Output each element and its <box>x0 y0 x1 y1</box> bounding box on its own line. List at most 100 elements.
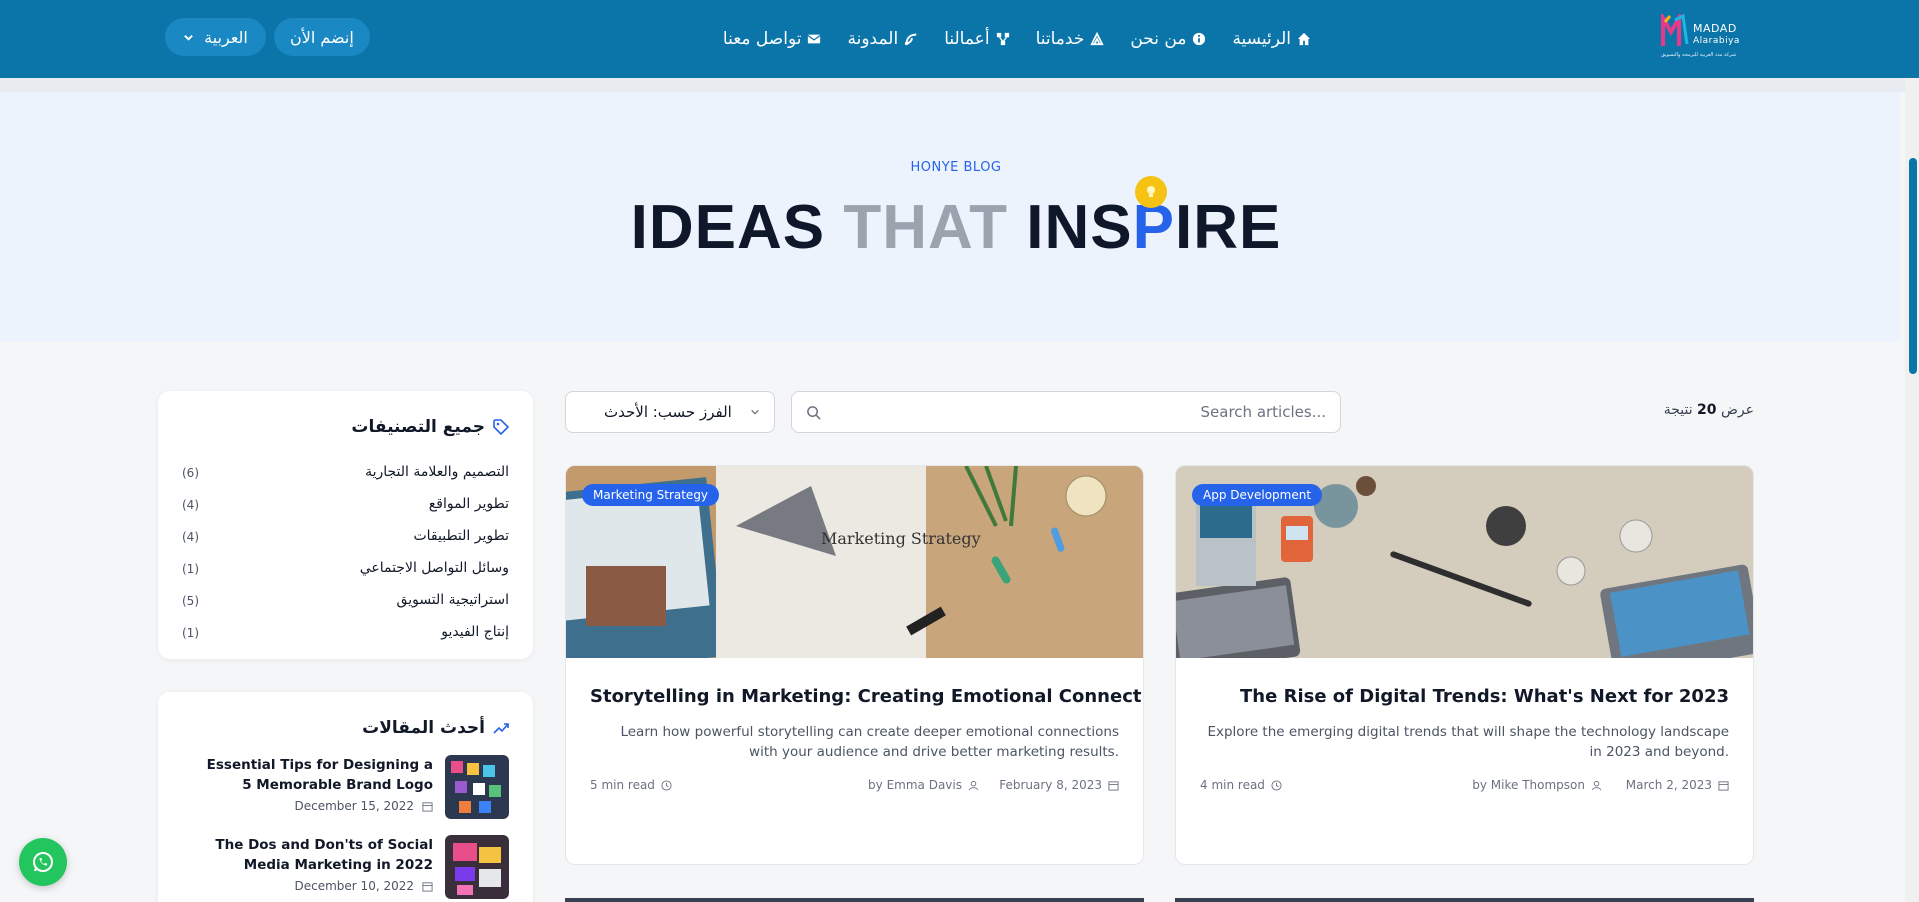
recent-post-thumbnail[interactable] <box>445 835 509 899</box>
join-now-button[interactable]: إنضم الأن <box>274 18 370 56</box>
category-count: (1) <box>182 626 199 640</box>
article-read-time-text: 5 min read <box>590 778 655 792</box>
category-count: (4) <box>182 498 199 512</box>
calendar-icon <box>1718 780 1729 791</box>
recent-post-thumbnail[interactable] <box>445 755 509 819</box>
recent-posts-heading: أحدث المقالات <box>362 718 509 738</box>
category-count: (1) <box>182 562 199 576</box>
article-image[interactable]: Marketing Strategy Marketing Strategy <box>566 466 1143 658</box>
article-author-text: by Mike Thompson <box>1472 778 1585 792</box>
trending-up-icon <box>493 723 509 734</box>
portfolio-icon <box>996 32 1009 46</box>
logo-tagline: شركة مدد العربية للبرمجة والتسويق <box>1661 52 1737 58</box>
header-divider <box>0 78 1919 92</box>
site-logo[interactable]: MADAD Alarabiya شركة مدد العربية للبرمجة… <box>1661 14 1743 64</box>
whatsapp-icon <box>33 852 53 872</box>
calendar-icon <box>1108 780 1119 791</box>
article-read-time: 5 min read <box>590 778 672 792</box>
envelope-icon <box>807 34 821 44</box>
hero-word-1: IDEAS <box>630 193 826 262</box>
user-icon <box>968 780 979 790</box>
result-suffix: نتيجة <box>1663 402 1693 418</box>
category-count: (5) <box>182 594 199 608</box>
calendar-icon <box>422 881 433 892</box>
result-number: 20 <box>1697 402 1717 418</box>
category-name[interactable]: إنتاج الفيديو <box>441 624 509 640</box>
sort-select[interactable]: الفرز حسب: الأحدث <box>565 391 775 433</box>
hero-word-2: THAT <box>843 193 1009 262</box>
next-article-card-peek <box>565 898 1144 902</box>
category-item[interactable]: تطوير التطبيقات (4) <box>182 528 509 552</box>
clock-icon <box>1271 779 1282 791</box>
category-item[interactable]: التصميم والعلامة التجارية (6) <box>182 464 509 488</box>
article-author-text: by Emma Davis <box>868 778 962 792</box>
lightbulb-icon <box>1135 176 1167 208</box>
nav-home[interactable]: الرئيسية <box>1232 29 1311 49</box>
article-description: Explore the emerging digital trends that… <box>1207 724 1729 760</box>
article-card[interactable]: App Development The Rise of Digital Tren… <box>1175 465 1754 865</box>
hero-word-3c: IRE <box>1175 193 1282 262</box>
category-item[interactable]: وسائل التواصل الاجتماعي (1) <box>182 560 509 584</box>
image-handwriting: Marketing Strategy <box>821 529 981 548</box>
category-item[interactable]: استراتيجية التسويق (5) <box>182 592 509 616</box>
categories-widget: جميع التصنيفات التصميم والعلامة التجارية… <box>158 391 533 659</box>
article-title[interactable]: The Rise of Digital Trends: What's Next … <box>1200 686 1729 707</box>
nav-about-label: من نحن <box>1130 29 1187 49</box>
scrollbar-thumb[interactable] <box>1909 158 1917 374</box>
category-name[interactable]: التصميم والعلامة التجارية <box>365 464 509 480</box>
search-input[interactable] <box>833 403 1326 421</box>
recent-post-item[interactable]: The Dos and Don'ts of Social Media Marke… <box>182 835 509 901</box>
search-icon <box>807 405 821 420</box>
info-icon <box>1193 32 1206 46</box>
article-date-text: February 8, 2023 <box>999 778 1102 792</box>
article-author: by Emma Davis <box>868 778 979 792</box>
nav-services[interactable]: خدماتنا <box>1036 29 1105 49</box>
article-title[interactable]: Storytelling in Marketing: Creating Emot… <box>590 686 1143 707</box>
chevron-down-icon <box>751 409 759 415</box>
article-card[interactable]: Marketing Strategy Marketing Strategy St… <box>565 465 1144 865</box>
categories-title: جميع التصنيفات <box>351 417 485 437</box>
whatsapp-chat-button[interactable] <box>19 838 67 886</box>
nav-portfolio[interactable]: أعمالنا <box>944 29 1009 49</box>
main-nav: الرئيسية من نحن خدماتنا أعمالنا المدونة … <box>723 0 1311 78</box>
top-navbar: MADAD Alarabiya شركة مدد العربية للبرمجة… <box>0 0 1919 78</box>
category-item[interactable]: إنتاج الفيديو (1) <box>182 624 509 648</box>
recent-post-title[interactable]: The Dos and Don'ts of Social Media Marke… <box>203 835 433 875</box>
services-icon <box>1090 32 1104 46</box>
page-scrollbar[interactable] <box>1905 78 1919 902</box>
user-icon <box>1591 780 1602 790</box>
recent-post-date: December 15, 2022 <box>295 799 433 813</box>
category-name[interactable]: تطوير المواقع <box>429 496 509 512</box>
category-item[interactable]: تطوير المواقع (4) <box>182 496 509 520</box>
sort-label: الفرز حسب: الأحدث <box>604 403 732 421</box>
article-description: Learn how powerful storytelling can crea… <box>620 724 1119 760</box>
recent-post-title[interactable]: Essential Tips for Designing a 5 Memorab… <box>203 755 433 795</box>
category-count: (6) <box>182 466 199 480</box>
article-image[interactable]: App Development <box>1176 466 1753 658</box>
article-category-tag[interactable]: App Development <box>1192 484 1323 506</box>
article-category-tag[interactable]: Marketing Strategy <box>582 484 720 506</box>
tag-icon <box>493 419 509 435</box>
home-icon <box>1297 32 1311 46</box>
categories-heading: جميع التصنيفات <box>351 417 509 437</box>
article-date: March 2, 2023 <box>1626 778 1729 792</box>
nav-about[interactable]: من نحن <box>1130 29 1206 49</box>
category-name[interactable]: تطوير التطبيقات <box>413 528 509 544</box>
language-selector[interactable]: العربية <box>165 18 266 56</box>
nav-contact-label: تواصل معنا <box>722 29 802 49</box>
recent-posts-widget: أحدث المقالات Essential Tips for Designi… <box>158 692 533 902</box>
category-count: (4) <box>182 530 199 544</box>
category-name[interactable]: استراتيجية التسويق <box>397 592 509 608</box>
language-label: العربية <box>204 27 248 47</box>
logo-mark-icon <box>1661 14 1689 46</box>
category-name[interactable]: وسائل التواصل الاجتماعي <box>360 560 509 576</box>
nav-blog[interactable]: المدونة <box>847 29 918 49</box>
recent-post-item[interactable]: Essential Tips for Designing a 5 Memorab… <box>182 755 509 821</box>
hero-kicker: HONYE BLOG <box>910 160 1002 175</box>
article-author: by Mike Thompson <box>1472 778 1602 792</box>
blog-icon <box>905 33 917 46</box>
search-box <box>791 391 1341 433</box>
next-article-card-peek <box>1175 898 1754 902</box>
recent-post-date-text: December 10, 2022 <box>294 879 414 893</box>
nav-contact[interactable]: تواصل معنا <box>723 29 822 49</box>
